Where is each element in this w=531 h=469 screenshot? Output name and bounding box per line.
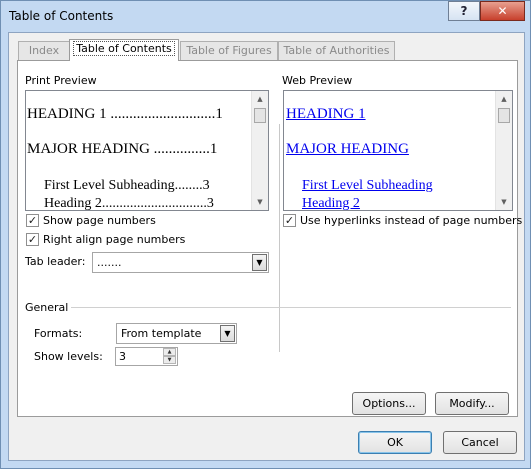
- tab-leader-value: .......: [97, 256, 122, 269]
- close-button[interactable]: ✕: [480, 1, 525, 21]
- help-button[interactable]: ?: [448, 1, 480, 21]
- tab-index[interactable]: Index: [18, 41, 70, 60]
- cancel-button[interactable]: Cancel: [443, 431, 517, 454]
- print-preview-label: Print Preview: [25, 74, 97, 87]
- general-divider: [71, 307, 511, 308]
- scroll-thumb[interactable]: [254, 108, 266, 123]
- formats-label: Formats:: [34, 327, 83, 340]
- scroll-down-arrow-icon[interactable]: ▼: [252, 194, 268, 210]
- spin-up-icon[interactable]: ▲: [163, 348, 176, 356]
- checkmark-icon: ✓: [284, 214, 295, 227]
- options-button[interactable]: Options...: [352, 392, 426, 415]
- print-preview-heading-1: HEADING 1 ............................1: [27, 106, 223, 122]
- section-divider: [279, 124, 280, 352]
- ok-button[interactable]: OK: [358, 431, 432, 454]
- web-preview-first-level-link[interactable]: First Level Subheading: [302, 178, 433, 194]
- scroll-down-arrow-icon[interactable]: ▼: [496, 194, 512, 210]
- formats-value: From template: [121, 327, 202, 340]
- modify-button[interactable]: Modify...: [435, 392, 509, 415]
- tab-table-of-authorities[interactable]: Table of Authorities: [278, 41, 395, 60]
- dialog-window: Table of Contents ? ✕ Index Table of Con…: [0, 0, 531, 469]
- show-levels-label: Show levels:: [34, 350, 103, 363]
- tab-leader-select[interactable]: ....... ▼: [92, 252, 269, 273]
- print-preview-scrollbar[interactable]: ▲ ▼: [251, 91, 268, 210]
- tab-panel: Print Preview HEADING 1 ................…: [17, 60, 522, 417]
- print-preview-major-heading: MAJOR HEADING ...............1: [27, 141, 218, 157]
- print-preview-heading-2: Heading 2..............................3: [44, 196, 214, 211]
- web-preview-major-heading-link[interactable]: MAJOR HEADING: [286, 141, 409, 158]
- title-bar[interactable]: Table of Contents ? ✕: [1, 1, 530, 32]
- scroll-up-arrow-icon[interactable]: ▲: [496, 91, 512, 107]
- chevron-down-icon[interactable]: ▼: [220, 325, 235, 342]
- checkmark-icon: ✓: [27, 233, 38, 246]
- window-title: Table of Contents: [9, 9, 114, 23]
- scroll-up-arrow-icon[interactable]: ▲: [252, 91, 268, 107]
- show-page-numbers-checkbox[interactable]: ✓: [26, 214, 39, 227]
- show-levels-spinner[interactable]: 3 ▲ ▼: [115, 347, 178, 366]
- print-preview-box[interactable]: HEADING 1 ............................1 …: [25, 90, 269, 211]
- show-levels-value: 3: [119, 350, 126, 363]
- checkmark-icon: ✓: [27, 214, 38, 227]
- scroll-thumb[interactable]: [498, 108, 510, 123]
- tab-table-of-contents-label: Table of Contents: [73, 41, 175, 56]
- dialog-body: Index Table of Contents Table of Figures…: [8, 32, 525, 461]
- web-preview-box[interactable]: HEADING 1 MAJOR HEADING First Level Subh…: [283, 90, 513, 211]
- tab-leader-label: Tab leader:: [25, 255, 86, 268]
- web-preview-scrollbar[interactable]: ▲ ▼: [495, 91, 512, 210]
- web-preview-heading-1-link[interactable]: HEADING 1: [286, 106, 366, 123]
- web-preview-label: Web Preview: [282, 74, 353, 87]
- chevron-down-icon[interactable]: ▼: [252, 254, 267, 271]
- spin-down-icon[interactable]: ▼: [163, 356, 176, 364]
- use-hyperlinks-label: Use hyperlinks instead of page numbers: [300, 214, 523, 227]
- right-align-checkbox[interactable]: ✓: [26, 233, 39, 246]
- web-preview-heading-2-link[interactable]: Heading 2: [302, 196, 360, 210]
- use-hyperlinks-checkbox[interactable]: ✓: [283, 214, 296, 227]
- tab-table-of-contents[interactable]: Table of Contents: [69, 39, 179, 61]
- tab-table-of-figures[interactable]: Table of Figures: [180, 41, 278, 60]
- right-align-label: Right align page numbers: [43, 233, 186, 246]
- show-page-numbers-label: Show page numbers: [43, 214, 156, 227]
- print-preview-first-level: First Level Subheading........3: [44, 178, 210, 193]
- formats-select[interactable]: From template ▼: [116, 323, 237, 344]
- general-label: General: [25, 301, 69, 314]
